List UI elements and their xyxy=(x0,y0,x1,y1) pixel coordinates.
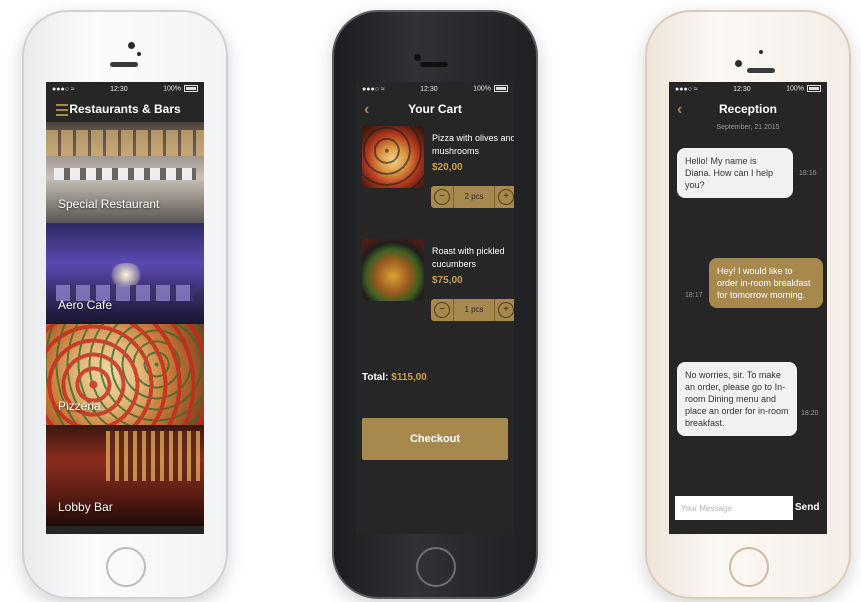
quantity-stepper: − 2 pcs + xyxy=(431,186,514,208)
nav-bar: Restaurants & Bars xyxy=(46,96,204,122)
clock: 12:30 xyxy=(733,85,751,93)
home-button[interactable] xyxy=(729,547,769,587)
battery-icon xyxy=(183,85,198,93)
item-name: Roast with pickled cucumbers xyxy=(432,246,505,269)
restaurant-tile-pizzeria[interactable]: Pizzeria xyxy=(46,324,204,425)
battery-icon xyxy=(493,85,508,93)
total-value: $115,00 xyxy=(391,372,427,383)
message-bubble-incoming: No worries, sir. To make an order, pleas… xyxy=(677,362,797,436)
front-camera xyxy=(128,42,135,49)
item-price: $20,00 xyxy=(432,162,463,173)
phone-cart: ●●●○ ≈ 12:30 100% ‹ Your Cart Pizza with… xyxy=(332,10,538,599)
restaurant-label: Lobby Bar xyxy=(58,500,113,514)
cart-item: Pizza with olives and mushrooms $20,00 −… xyxy=(356,126,514,221)
screen-cart: ●●●○ ≈ 12:30 100% ‹ Your Cart Pizza with… xyxy=(356,82,514,534)
status-bar: ●●●○ ≈ 12:30 100% xyxy=(356,82,514,96)
restaurant-tile-special[interactable]: Special Restaurant xyxy=(46,122,204,223)
message-time: 18:17 xyxy=(685,292,703,299)
plus-icon[interactable]: + xyxy=(498,189,514,205)
battery-icon xyxy=(806,85,821,93)
minus-icon[interactable]: − xyxy=(434,189,450,205)
proximity-sensor xyxy=(759,50,763,54)
page-title: Restaurants & Bars xyxy=(69,102,181,116)
home-button[interactable] xyxy=(106,547,146,587)
restaurant-tile-aero-cafe[interactable]: Aero Cafe xyxy=(46,223,204,324)
screen-chat: ●●●○ ≈ 12:30 100% ‹ Reception September,… xyxy=(669,82,827,534)
total-label: Total: xyxy=(362,372,389,383)
earpiece-speaker xyxy=(747,68,775,73)
proximity-sensor xyxy=(137,52,141,56)
message-bubble-incoming: Hello! My name is Diana. How can I help … xyxy=(677,148,793,198)
page-title: Reception xyxy=(718,102,777,116)
cart-total: Total: $115,00 xyxy=(362,372,427,383)
battery-indicator: 100% xyxy=(786,85,821,93)
earpiece-speaker xyxy=(420,62,448,67)
quantity-value: 2 pcs xyxy=(453,186,495,208)
minus-icon[interactable]: − xyxy=(434,302,450,318)
restaurant-tile-lobby-bar[interactable]: Lobby Bar xyxy=(46,425,204,526)
checkout-button[interactable]: Checkout xyxy=(362,418,508,460)
quantity-value: 1 pcs xyxy=(453,299,495,321)
nav-bar: ‹ Reception xyxy=(669,96,827,122)
front-camera xyxy=(735,60,742,67)
status-bar: ●●●○ ≈ 12:30 100% xyxy=(46,82,204,96)
restaurant-label: Special Restaurant xyxy=(58,197,160,211)
phone-chat: ●●●○ ≈ 12:30 100% ‹ Reception September,… xyxy=(645,10,851,599)
battery-indicator: 100% xyxy=(473,85,508,93)
quantity-stepper: − 1 pcs + xyxy=(431,299,514,321)
message-time: 18:16 xyxy=(799,170,817,177)
roast-image xyxy=(362,239,424,301)
message-bubble-outgoing: Hey! I would like to order in-room break… xyxy=(709,258,823,308)
message-input[interactable] xyxy=(675,496,793,520)
pizza-image xyxy=(362,126,424,188)
status-bar: ●●●○ ≈ 12:30 100% xyxy=(669,82,827,96)
nav-bar: ‹ Your Cart xyxy=(356,96,514,122)
chat-date: September, 21 2015 xyxy=(716,124,780,131)
clock: 12:30 xyxy=(420,85,438,93)
front-camera xyxy=(414,54,421,61)
chevron-left-icon[interactable]: ‹ xyxy=(364,101,369,119)
signal-icon: ●●●○ ≈ xyxy=(52,85,75,93)
item-price: $75,00 xyxy=(432,275,463,286)
battery-indicator: 100% xyxy=(163,85,198,93)
signal-icon: ●●●○ ≈ xyxy=(362,85,385,93)
earpiece-speaker xyxy=(110,62,138,67)
hamburger-icon[interactable] xyxy=(56,104,68,119)
page-title: Your Cart xyxy=(408,102,462,116)
chevron-left-icon[interactable]: ‹ xyxy=(677,101,682,119)
screen-restaurants: ●●●○ ≈ 12:30 100% Restaurants & Bars Spe… xyxy=(46,82,204,534)
clock: 12:30 xyxy=(110,85,128,93)
home-button[interactable] xyxy=(416,547,456,587)
item-name: Pizza with olives and mushrooms xyxy=(432,133,514,156)
restaurant-label: Pizzeria xyxy=(58,399,101,413)
message-time: 18:20 xyxy=(801,410,819,417)
cart-item: Roast with pickled cucumbers $75,00 − 1 … xyxy=(356,239,514,334)
restaurant-label: Aero Cafe xyxy=(58,298,113,312)
phone-restaurants: ●●●○ ≈ 12:30 100% Restaurants & Bars Spe… xyxy=(22,10,228,599)
signal-icon: ●●●○ ≈ xyxy=(675,85,698,93)
plus-icon[interactable]: + xyxy=(498,302,514,318)
send-button[interactable]: Send xyxy=(795,502,819,513)
